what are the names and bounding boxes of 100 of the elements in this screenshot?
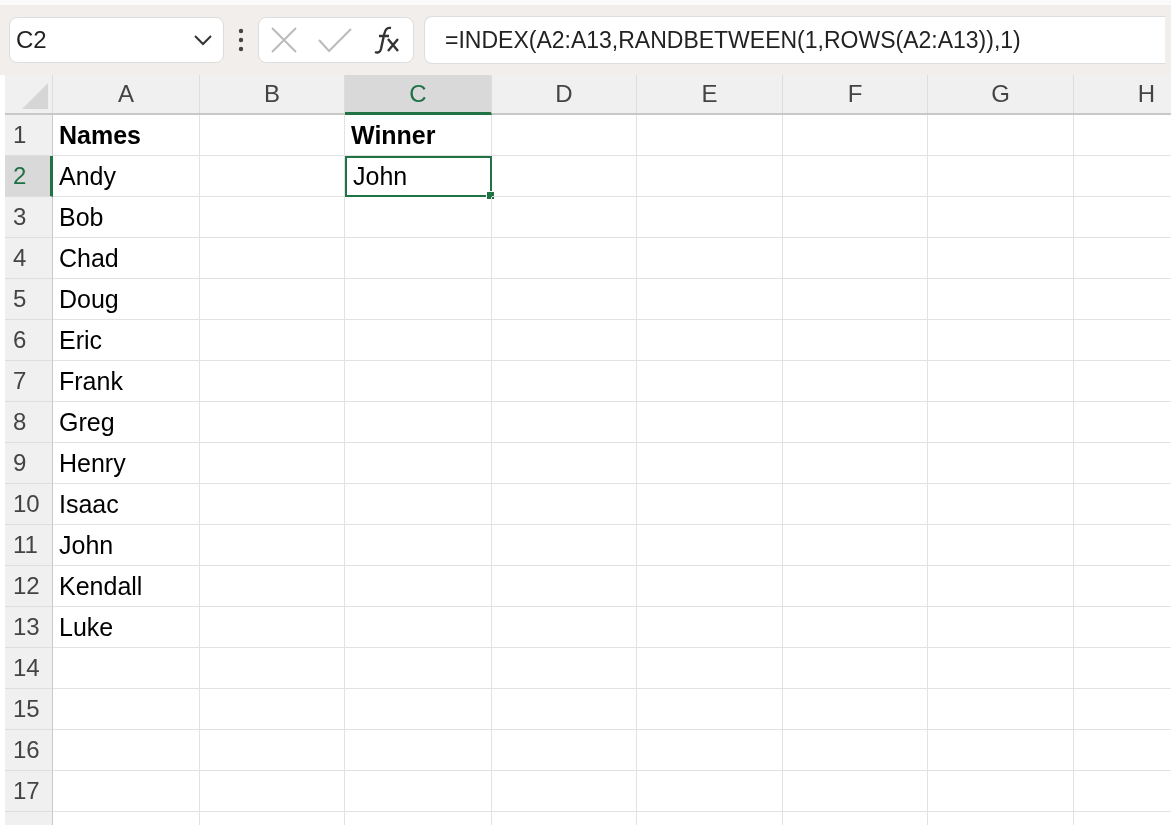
table-cell[interactable] [345,566,492,607]
column-header[interactable]: D [492,75,637,113]
row-header[interactable]: 12 [5,566,53,607]
table-cell[interactable]: Winner [345,115,492,156]
table-cell[interactable] [345,402,492,443]
name-box[interactable]: C2 [9,17,224,63]
table-cell[interactable] [200,525,345,566]
table-cell[interactable] [200,730,345,771]
table-cell[interactable] [53,771,200,812]
table-cell[interactable] [492,443,637,484]
table-cell[interactable] [928,279,1074,320]
table-cell[interactable] [492,484,637,525]
table-cell[interactable] [637,730,783,771]
column-header[interactable]: C [345,75,492,115]
table-cell[interactable] [200,197,345,238]
row-header[interactable]: 2 [5,156,53,197]
column-header[interactable]: E [637,75,783,113]
table-cell[interactable] [783,197,928,238]
table-cell[interactable] [783,115,928,156]
table-cell[interactable] [345,648,492,689]
table-cell[interactable] [637,566,783,607]
table-cell[interactable] [492,607,637,648]
table-cell[interactable] [492,730,637,771]
table-cell[interactable]: Isaac [53,484,200,525]
table-cell[interactable] [928,115,1074,156]
table-cell[interactable] [928,402,1074,443]
table-cell[interactable] [783,730,928,771]
table-cell[interactable] [783,402,928,443]
table-cell[interactable] [200,156,345,197]
table-cell[interactable] [783,648,928,689]
table-cell[interactable] [637,197,783,238]
table-cell[interactable]: Kendall [53,566,200,607]
table-cell[interactable] [783,361,928,402]
table-cell[interactable] [928,443,1074,484]
table-cell[interactable]: Luke [53,607,200,648]
table-cell[interactable] [928,566,1074,607]
row-header[interactable]: 9 [5,443,53,484]
table-cell[interactable]: Chad [53,238,200,279]
table-cell[interactable] [637,689,783,730]
table-cell[interactable] [200,484,345,525]
row-header[interactable]: 16 [5,730,53,771]
table-cell[interactable] [492,197,637,238]
table-cell[interactable]: Doug [53,279,200,320]
table-cell[interactable] [200,443,345,484]
table-cell[interactable] [783,443,928,484]
table-cell[interactable]: Andy [53,156,200,197]
column-header[interactable]: A [53,75,200,113]
table-cell[interactable] [345,689,492,730]
table-cell[interactable] [200,238,345,279]
row-header[interactable]: 4 [5,238,53,279]
table-cell[interactable] [928,689,1074,730]
column-header[interactable]: F [783,75,928,113]
table-cell[interactable] [345,730,492,771]
row-header[interactable]: 1 [5,115,53,156]
row-header[interactable]: 10 [5,484,53,525]
table-cell[interactable] [637,484,783,525]
table-cell[interactable] [200,648,345,689]
table-cell[interactable] [637,607,783,648]
table-cell[interactable] [200,115,345,156]
more-options-icon[interactable] [238,28,244,52]
table-cell[interactable] [928,484,1074,525]
table-cell[interactable] [492,525,637,566]
table-cell[interactable] [200,361,345,402]
table-cell[interactable] [345,361,492,402]
row-header[interactable]: 8 [5,402,53,443]
table-cell[interactable] [637,525,783,566]
table-cell[interactable] [637,443,783,484]
table-cell[interactable] [492,279,637,320]
table-cell[interactable] [928,156,1074,197]
table-cell[interactable] [492,156,637,197]
table-cell[interactable] [928,771,1074,812]
table-cell[interactable] [783,320,928,361]
table-cell[interactable] [637,320,783,361]
table-cell[interactable] [783,525,928,566]
table-cell[interactable] [637,156,783,197]
row-header[interactable]: 11 [5,525,53,566]
table-cell[interactable]: Names [53,115,200,156]
table-cell[interactable] [492,115,637,156]
table-cell[interactable] [345,443,492,484]
table-cell[interactable] [637,361,783,402]
table-cell[interactable] [492,361,637,402]
table-cell[interactable] [200,689,345,730]
table-cell[interactable] [200,771,345,812]
table-cell[interactable]: John [53,525,200,566]
table-cell[interactable] [53,648,200,689]
row-header[interactable]: 3 [5,197,53,238]
table-cell[interactable] [783,566,928,607]
table-cell[interactable] [783,279,928,320]
table-cell[interactable]: Frank [53,361,200,402]
table-cell[interactable] [637,648,783,689]
table-cell[interactable] [783,689,928,730]
table-cell[interactable] [492,648,637,689]
table-cell[interactable] [492,771,637,812]
row-header[interactable]: 13 [5,607,53,648]
table-cell[interactable] [345,484,492,525]
table-cell[interactable] [345,279,492,320]
table-cell[interactable] [637,115,783,156]
table-cell[interactable] [492,320,637,361]
table-cell[interactable]: John [345,156,492,197]
table-cell[interactable] [345,525,492,566]
